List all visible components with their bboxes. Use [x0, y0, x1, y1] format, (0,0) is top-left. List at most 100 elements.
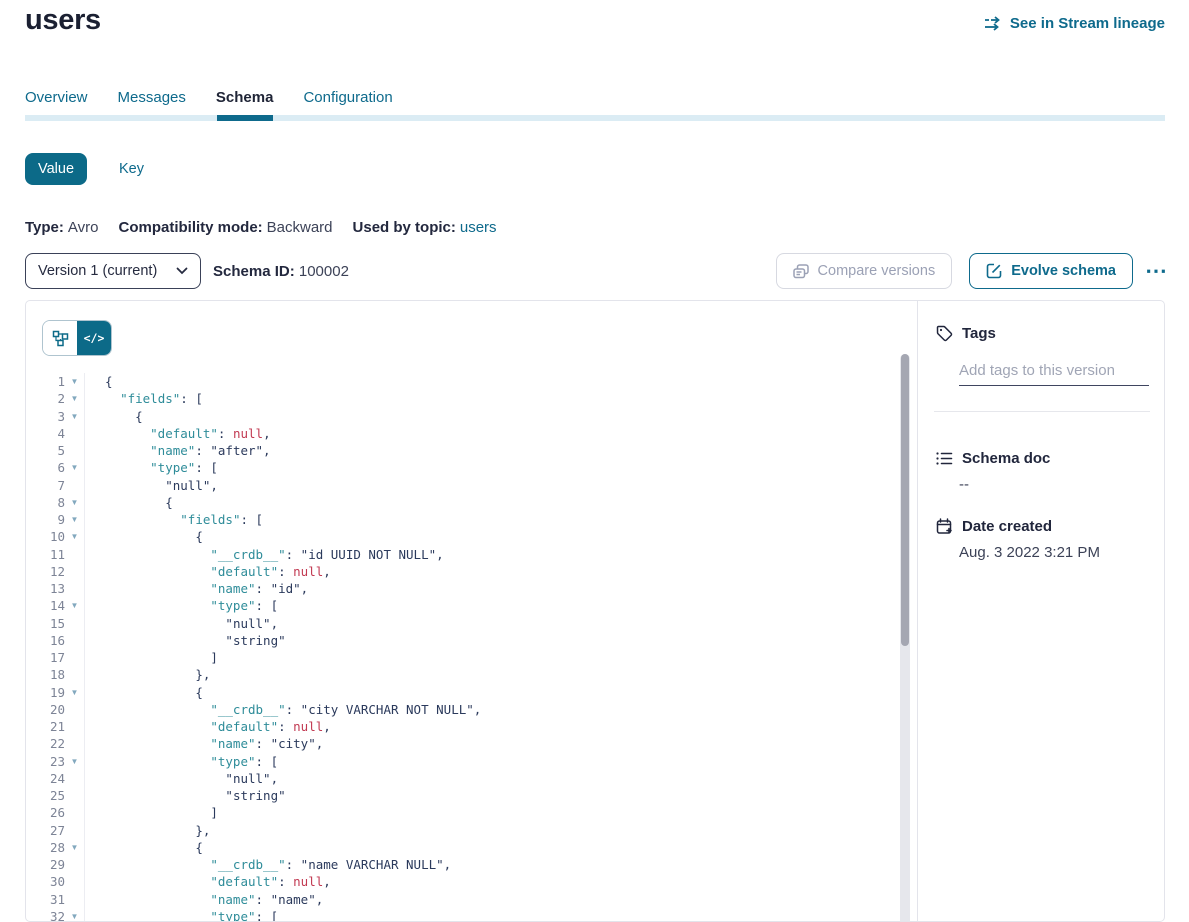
code-view-button[interactable]: </>	[77, 321, 111, 355]
line-number: 10	[26, 528, 65, 545]
fold-spacer	[65, 787, 84, 804]
line-number: 13	[26, 580, 65, 597]
code-line: 4 "default": null,	[26, 425, 917, 442]
compat-field: Compatibility mode: Backward	[118, 219, 332, 236]
evolve-schema-button[interactable]: Evolve schema	[969, 253, 1133, 289]
fold-toggle-icon[interactable]: ▼	[65, 528, 84, 545]
add-tags-input[interactable]	[959, 358, 1149, 386]
tag-icon	[936, 325, 953, 342]
fold-spacer	[65, 718, 84, 735]
code-text: "name": "after",	[84, 442, 917, 459]
fold-toggle-icon[interactable]: ▼	[65, 511, 84, 528]
code-line: 1▼{	[26, 373, 917, 390]
list-icon	[936, 451, 953, 466]
tab-overview[interactable]: Overview	[25, 89, 88, 106]
line-number: 22	[26, 735, 65, 752]
stream-lineage-link[interactable]: See in Stream lineage	[984, 15, 1165, 32]
fold-spacer	[65, 477, 84, 494]
code-line: 15 "null",	[26, 615, 917, 632]
fold-spacer	[65, 615, 84, 632]
code-text: "string"	[84, 787, 917, 804]
line-number: 29	[26, 856, 65, 873]
value-tab-button[interactable]: Value	[25, 153, 87, 185]
code-line: 2▼ "fields": [	[26, 390, 917, 407]
code-text: "type": [	[84, 908, 917, 921]
code-scrollbar-track	[900, 354, 910, 921]
tab-bar: Overview Messages Schema Configuration	[25, 89, 393, 106]
fold-toggle-icon[interactable]: ▼	[65, 408, 84, 425]
fold-spacer	[65, 701, 84, 718]
code-text: "default": null,	[84, 425, 917, 442]
code-text: "__crdb__": "name VARCHAR NULL",	[84, 856, 917, 873]
fold-toggle-icon[interactable]: ▼	[65, 839, 84, 856]
tree-view-button[interactable]	[43, 321, 77, 355]
compare-versions-button[interactable]: Compare versions	[776, 253, 953, 289]
fold-spacer	[65, 770, 84, 787]
chevron-down-icon	[176, 267, 188, 275]
schema-type-toggle: Value Key	[25, 153, 150, 185]
fold-spacer	[65, 546, 84, 563]
edit-icon	[986, 263, 1002, 279]
line-number: 15	[26, 615, 65, 632]
fold-spacer	[65, 563, 84, 580]
line-number: 32	[26, 908, 65, 921]
code-line: 10▼ {	[26, 528, 917, 545]
line-number: 1	[26, 373, 65, 390]
fold-spacer	[65, 873, 84, 890]
topic-link[interactable]: users	[460, 219, 497, 236]
date-created-title-label: Date created	[962, 518, 1052, 535]
code-text: "name": "name",	[84, 891, 917, 908]
code-scrollbar-thumb[interactable]	[901, 354, 909, 646]
line-number: 8	[26, 494, 65, 511]
version-select-value: Version 1 (current)	[38, 263, 157, 279]
code-line: 31 "name": "name",	[26, 891, 917, 908]
line-number: 12	[26, 563, 65, 580]
fold-spacer	[65, 580, 84, 597]
line-number: 17	[26, 649, 65, 666]
version-select[interactable]: Version 1 (current)	[25, 253, 201, 289]
tags-title-label: Tags	[962, 325, 996, 342]
tab-configuration[interactable]: Configuration	[303, 89, 392, 106]
fold-spacer	[65, 649, 84, 666]
code-text: "__crdb__": "city VARCHAR NOT NULL",	[84, 701, 917, 718]
code-line: 7 "null",	[26, 477, 917, 494]
fold-toggle-icon[interactable]: ▼	[65, 753, 84, 770]
more-actions-button[interactable]: ⋯	[1141, 266, 1172, 276]
fold-toggle-icon[interactable]: ▼	[65, 373, 84, 390]
compat-label: Compatibility mode:	[118, 219, 262, 236]
tab-messages[interactable]: Messages	[118, 89, 186, 106]
line-number: 18	[26, 666, 65, 683]
code-text: ]	[84, 649, 917, 666]
fold-spacer	[65, 804, 84, 821]
tab-schema[interactable]: Schema	[216, 89, 274, 106]
code-text: "type": [	[84, 753, 917, 770]
code-line: 12 "default": null,	[26, 563, 917, 580]
compat-value: Backward	[267, 219, 333, 236]
code-text: {	[84, 494, 917, 511]
fold-toggle-icon[interactable]: ▼	[65, 908, 84, 921]
code-text: },	[84, 822, 917, 839]
tree-view-icon	[52, 330, 69, 347]
code-line: 30 "default": null,	[26, 873, 917, 890]
code-line: 25 "string"	[26, 787, 917, 804]
schema-sidebar: Tags Schema doc -- Date created	[918, 301, 1164, 921]
code-line: 29 "__crdb__": "name VARCHAR NULL",	[26, 856, 917, 873]
fold-toggle-icon[interactable]: ▼	[65, 684, 84, 701]
schema-card: </> 1▼{2▼ "fields": [3▼ {4 "default": nu…	[25, 300, 1165, 922]
line-number: 4	[26, 425, 65, 442]
code-line: 6▼ "type": [	[26, 459, 917, 476]
page-title: users	[25, 4, 101, 37]
line-number: 24	[26, 770, 65, 787]
line-number: 11	[26, 546, 65, 563]
fold-toggle-icon[interactable]: ▼	[65, 390, 84, 407]
fold-toggle-icon[interactable]: ▼	[65, 494, 84, 511]
code-line: 11 "__crdb__": "id UUID NOT NULL",	[26, 546, 917, 563]
fold-toggle-icon[interactable]: ▼	[65, 459, 84, 476]
key-tab-button[interactable]: Key	[113, 160, 150, 178]
schema-code-pane: </> 1▼{2▼ "fields": [3▼ {4 "default": nu…	[26, 301, 918, 921]
fold-spacer	[65, 632, 84, 649]
code-line: 32▼ "type": [	[26, 908, 917, 921]
fold-toggle-icon[interactable]: ▼	[65, 597, 84, 614]
code-line: 14▼ "type": [	[26, 597, 917, 614]
stream-lineage-icon	[984, 16, 1003, 31]
